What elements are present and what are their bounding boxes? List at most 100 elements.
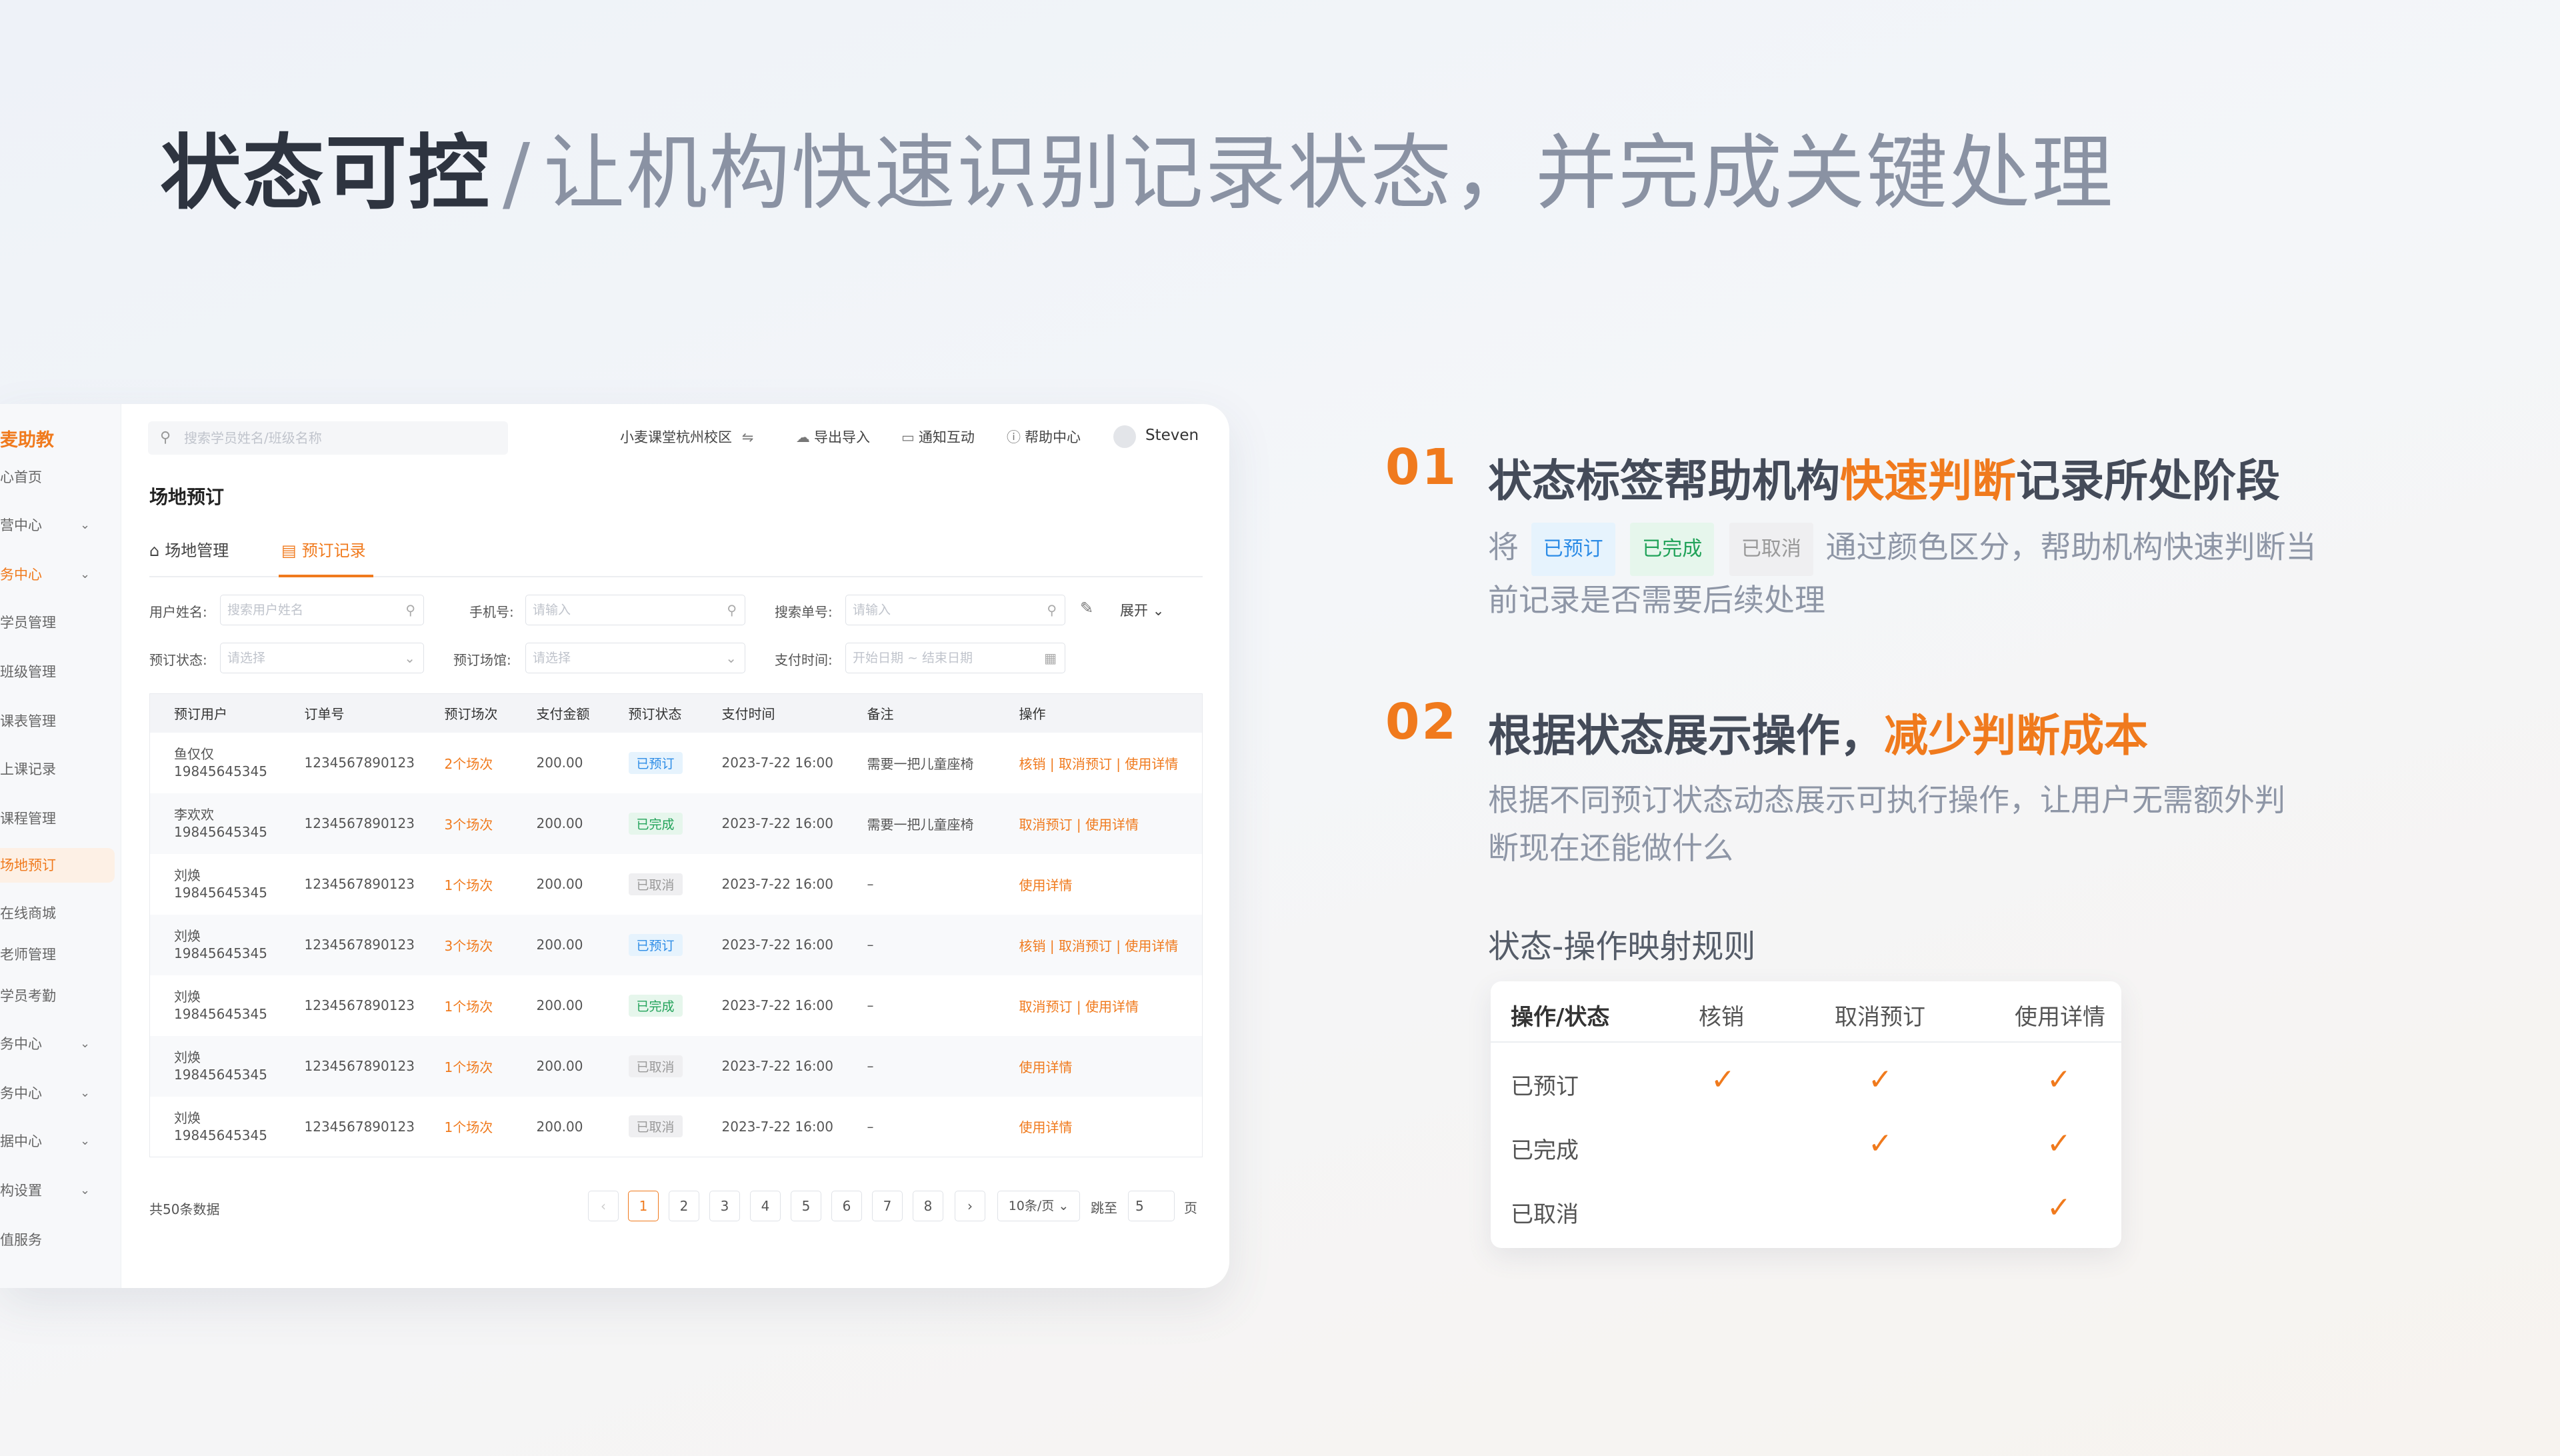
filter-venue-select[interactable]: 请选择 ⌄ bbox=[525, 643, 745, 673]
page-button[interactable]: 2 bbox=[669, 1191, 699, 1221]
cell-time: 2023-7-22 16:00 bbox=[721, 876, 834, 892]
sidebar-item[interactable]: 值服务 bbox=[0, 1223, 121, 1257]
col-amount: 支付金额 bbox=[512, 693, 605, 733]
sidebar-item[interactable]: 班级管理 bbox=[0, 655, 121, 689]
page-button[interactable]: 6 bbox=[831, 1191, 862, 1221]
notify-button[interactable]: ▭ 通知互动 bbox=[901, 427, 975, 447]
point-1-desc-line2: 前记录是否需要后续处理 bbox=[1488, 582, 1825, 618]
cell-count[interactable]: 1个场次 bbox=[421, 854, 513, 915]
building-icon: ⌂ bbox=[149, 541, 160, 560]
cell-count[interactable]: 1个场次 bbox=[421, 1097, 513, 1157]
sidebar-item[interactable]: 老师管理 bbox=[0, 937, 121, 972]
page-button[interactable]: 1 bbox=[628, 1191, 659, 1221]
mapping-row-label: 已预订 bbox=[1511, 1073, 1579, 1100]
username[interactable]: Steven bbox=[1145, 427, 1199, 444]
cell-count[interactable]: 3个场次 bbox=[420, 914, 513, 975]
sidebar-item[interactable]: 课程管理 bbox=[0, 801, 121, 836]
check-icon: ✓ bbox=[2047, 1063, 2071, 1097]
page-button[interactable]: 3 bbox=[709, 1191, 740, 1221]
help-button[interactable]: ⓘ 帮助中心 bbox=[1007, 427, 1081, 447]
filter-phone-input[interactable]: 请输入 ⚲ bbox=[525, 595, 745, 625]
table-row: 李欢欢 19845645345 1234567890123 3个场次 200.00 已完成… bbox=[149, 793, 1203, 854]
row-actions[interactable]: 取消预订 | 使用详情 bbox=[995, 793, 1203, 854]
page-size-select[interactable]: 10条/页 ⌄ bbox=[997, 1191, 1080, 1221]
cell-count[interactable]: 2个场次 bbox=[421, 733, 513, 793]
mapping-row-label: 已取消 bbox=[1511, 1201, 1579, 1228]
sidebar-item[interactable]: 务中心 ⌄ bbox=[0, 557, 121, 592]
avatar[interactable] bbox=[1113, 425, 1136, 448]
filter-user-input[interactable]: 搜索用户姓名 ⚲ bbox=[220, 595, 424, 625]
filter-venue-label: 预订场馆: bbox=[453, 652, 511, 668]
chevron-down-icon: ⌄ bbox=[80, 518, 91, 532]
user-name: 刘焕 bbox=[174, 989, 201, 1005]
sidebar-item[interactable]: 务中心 ⌄ bbox=[0, 1027, 121, 1061]
sidebar-item[interactable]: 营中心 ⌄ bbox=[0, 508, 121, 543]
row-actions[interactable]: 使用详情 bbox=[995, 1097, 1203, 1157]
chevron-down-icon: ⌄ bbox=[1058, 1199, 1069, 1213]
tab-venue-management[interactable]: ⌂ 场地管理 bbox=[149, 537, 229, 561]
search-icon: ⚲ bbox=[727, 602, 737, 618]
sidebar-item[interactable]: 在线商城 bbox=[0, 896, 121, 931]
cloud-icon: ☁ bbox=[796, 429, 810, 445]
sidebar-item[interactable]: 学员管理 bbox=[0, 605, 121, 640]
jump-page-input[interactable]: 5 bbox=[1128, 1191, 1175, 1221]
row-actions[interactable]: 使用详情 bbox=[995, 1035, 1203, 1097]
chevron-down-icon: ⌄ bbox=[80, 1134, 91, 1148]
tab-booking-records[interactable]: ▤ 预订记录 bbox=[281, 537, 366, 561]
table-row: 刘焕 19845645345 1234567890123 1个场次 200.00 已取消 2… bbox=[150, 854, 1203, 915]
user-phone: 19845645345 bbox=[174, 763, 267, 779]
cell-user: 刘焕 19845645345 bbox=[150, 975, 281, 1036]
cell-count[interactable]: 1个场次 bbox=[420, 1035, 513, 1097]
mapping-header-corner: 操作/状态 bbox=[1511, 1004, 1610, 1031]
campus-switch[interactable]: 小麦课堂杭州校区 ⇋ bbox=[620, 427, 757, 447]
filter-order-input[interactable]: 请输入 ⚲ bbox=[845, 595, 1065, 625]
row-actions[interactable]: 使用详情 bbox=[995, 854, 1203, 915]
filter-time-range[interactable]: 开始日期 ~ 结束日期 ▦ bbox=[845, 643, 1065, 673]
cell-order: 1234567890123 bbox=[280, 914, 421, 975]
cell-status: 已预订 bbox=[604, 914, 698, 975]
sidebar-item[interactable]: 构设置 ⌄ bbox=[0, 1173, 121, 1208]
user-name: 鱼仅仅 bbox=[174, 746, 214, 762]
sidebar-item[interactable]: 据中心 ⌄ bbox=[0, 1124, 121, 1159]
table-row: 刘焕 19845645345 1234567890123 3个场次 200.00 已预订 2… bbox=[149, 914, 1203, 975]
point-1-title: 状态标签帮助机构快速判断记录所处阶段 bbox=[1488, 455, 2280, 507]
cell-time: 2023-7-22 16:00 bbox=[697, 1035, 843, 1097]
row-actions[interactable]: 核销 | 取消预订 | 使用详情 bbox=[995, 733, 1203, 793]
page-button[interactable]: 7 bbox=[872, 1191, 903, 1221]
export-import-button[interactable]: ☁ 导出导入 bbox=[796, 427, 870, 447]
cell-count[interactable]: 1个场次 bbox=[421, 975, 513, 1036]
status-badge: 已预订 bbox=[628, 933, 683, 956]
expand-filters-button[interactable]: 展开 ⌄ bbox=[1120, 600, 1164, 620]
status-badge: 已完成 bbox=[628, 812, 683, 835]
prev-page-button[interactable]: ‹ bbox=[588, 1191, 619, 1221]
cell-count[interactable]: 3个场次 bbox=[420, 793, 513, 854]
page-button[interactable]: 4 bbox=[750, 1191, 781, 1221]
global-search-input[interactable]: ⚲ 搜索学员姓名/班级名称 bbox=[148, 421, 508, 455]
filter-status-select[interactable]: 请选择 ⌄ bbox=[220, 643, 424, 673]
row-actions[interactable]: 取消预订 | 使用详情 bbox=[995, 975, 1203, 1036]
jump-label: 跳至 bbox=[1091, 1200, 1117, 1216]
cell-note: – bbox=[843, 914, 995, 975]
cell-order: 1234567890123 bbox=[280, 793, 421, 854]
chevron-down-icon: ⌄ bbox=[404, 650, 415, 666]
page-button[interactable]: 5 bbox=[791, 1191, 821, 1221]
cell-time: 2023-7-22 16:00 bbox=[697, 914, 843, 975]
page-button[interactable]: 8 bbox=[913, 1191, 943, 1221]
sidebar-item[interactable]: 务中心 ⌄ bbox=[0, 1076, 121, 1111]
cell-note: – bbox=[843, 1035, 995, 1097]
next-page-button[interactable]: › bbox=[955, 1191, 985, 1221]
sidebar-item[interactable]: 场地预订 bbox=[0, 848, 115, 883]
search-icon: ⚲ bbox=[160, 429, 171, 446]
clear-filter-icon[interactable]: ✎ bbox=[1080, 599, 1093, 617]
row-actions[interactable]: 核销 | 取消预订 | 使用详情 bbox=[995, 914, 1203, 975]
cell-note: 需要一把儿童座椅 bbox=[843, 793, 995, 854]
sidebar-item[interactable]: 课表管理 bbox=[0, 704, 121, 739]
sidebar-item[interactable]: 心首页 bbox=[0, 460, 121, 495]
sidebar-item[interactable]: 学员考勤 bbox=[0, 979, 121, 1013]
total-count: 共50条数据 bbox=[149, 1201, 220, 1217]
chevron-down-icon: ⌄ bbox=[80, 1086, 91, 1100]
sidebar-item[interactable]: 上课记录 bbox=[0, 752, 121, 787]
cell-user: 李欢欢 19845645345 bbox=[149, 793, 281, 854]
cell-amount: 200.00 bbox=[512, 1035, 605, 1097]
user-name: 李欢欢 bbox=[174, 807, 214, 823]
